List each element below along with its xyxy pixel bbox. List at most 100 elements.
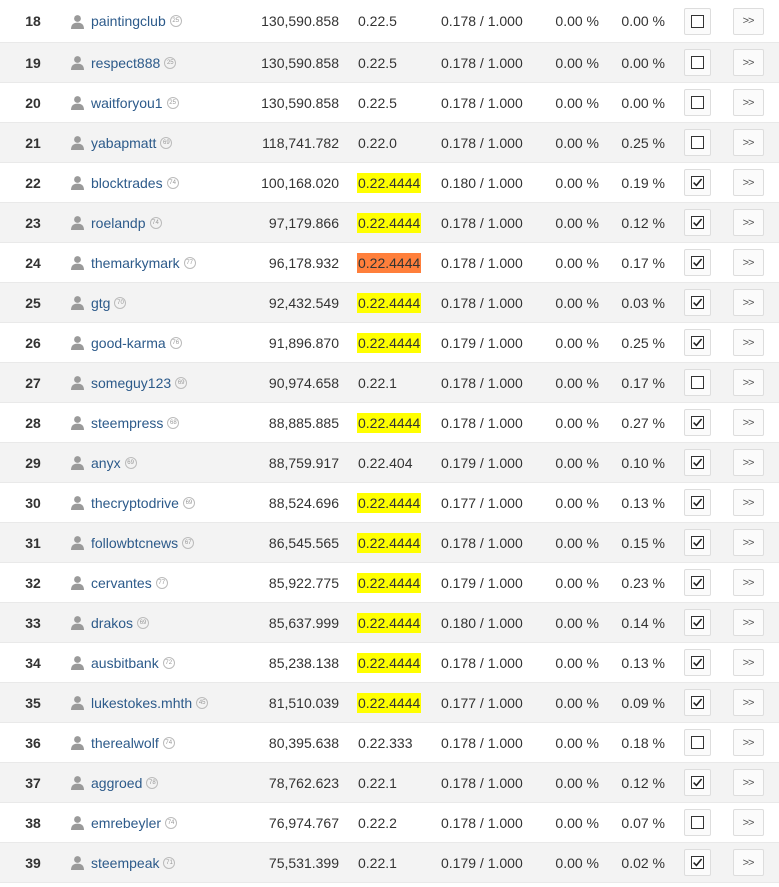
vote-checkbox[interactable]: [684, 529, 711, 556]
user-icon: [70, 135, 85, 150]
witness-name-link[interactable]: thecryptodrive: [91, 495, 179, 511]
table-row: 22 blocktrades 74 100,168.020 0.22.4444 …: [0, 163, 779, 203]
more-button[interactable]: >>: [732, 209, 764, 236]
witness-name-link[interactable]: therealwolf: [91, 735, 159, 751]
witness-name-link[interactable]: aggroed: [91, 775, 142, 791]
vote-checkbox[interactable]: [684, 809, 711, 836]
price-feed-cell: 0.178 / 1.000: [441, 734, 523, 751]
price-feed-cell: 0.178 / 1.000: [441, 814, 523, 831]
vote-checkbox[interactable]: [684, 649, 711, 676]
more-button[interactable]: >>: [732, 369, 764, 396]
witness-name-link[interactable]: emrebeyler: [91, 815, 161, 831]
vote-checkbox[interactable]: [684, 609, 711, 636]
more-button[interactable]: >>: [732, 329, 764, 356]
vote-checkbox[interactable]: [684, 209, 711, 236]
witness-name-link[interactable]: good-karma: [91, 335, 166, 351]
more-button[interactable]: >>: [732, 489, 764, 516]
more-button[interactable]: >>: [732, 809, 764, 836]
missed-percent-cell: 0.00 %: [555, 774, 599, 791]
more-button[interactable]: >>: [732, 689, 764, 716]
witness-name-link[interactable]: followbtcnews: [91, 535, 178, 551]
checkbox-checked-icon: [691, 536, 704, 549]
witness-name-link[interactable]: ausbitbank: [91, 655, 159, 671]
vote-checkbox[interactable]: [684, 449, 711, 476]
price-feed-cell: 0.179 / 1.000: [441, 854, 523, 871]
vote-checkbox[interactable]: [684, 289, 711, 316]
witness-name-link[interactable]: cervantes: [91, 575, 152, 591]
witness-name-link[interactable]: anyx: [91, 455, 121, 471]
vote-checkbox[interactable]: [684, 569, 711, 596]
witness-name-link[interactable]: roelandp: [91, 215, 146, 231]
reputation-badge: 45: [196, 696, 209, 709]
more-button[interactable]: >>: [732, 849, 764, 876]
more-button[interactable]: >>: [732, 449, 764, 476]
table-row: 21 yabapmatt 69 118,741.782 0.22.0 0.178…: [0, 123, 779, 163]
witness-name-link[interactable]: gtg: [91, 295, 110, 311]
reputation-badge: 67: [182, 536, 195, 549]
version-label: 0.22.1: [358, 774, 397, 791]
witness-name-link[interactable]: lukestokes.mhth: [91, 695, 192, 711]
user-icon: [70, 575, 85, 590]
witness-name-link[interactable]: blocktrades: [91, 175, 163, 191]
witness-name-link[interactable]: yabapmatt: [91, 135, 156, 151]
witness-name-link[interactable]: waitforyou1: [91, 95, 163, 111]
vote-checkbox[interactable]: [684, 849, 711, 876]
more-button[interactable]: >>: [732, 649, 764, 676]
vote-checkbox[interactable]: [684, 49, 711, 76]
witness-name-link[interactable]: paintingclub: [91, 13, 166, 29]
reputation-badge: 69: [124, 456, 137, 469]
vote-checkbox[interactable]: [684, 369, 711, 396]
votes-cell: 90,974.658: [268, 374, 339, 391]
version-label: 0.22.4444: [357, 252, 422, 273]
vote-checkbox[interactable]: [684, 489, 711, 516]
witness-name-link[interactable]: drakos: [91, 615, 133, 631]
vote-checkbox[interactable]: [684, 169, 711, 196]
vote-checkbox[interactable]: [684, 689, 711, 716]
vote-checkbox-cell: [683, 0, 712, 42]
witness-name-link[interactable]: steempeak: [91, 855, 159, 871]
rank-cell: 22: [25, 174, 41, 191]
apr-percent-cell: 0.27 %: [621, 414, 665, 431]
more-cell: >>: [732, 123, 764, 162]
vote-checkbox[interactable]: [684, 729, 711, 756]
more-button[interactable]: >>: [732, 49, 764, 76]
vote-checkbox[interactable]: [684, 89, 711, 116]
witness-name-link[interactable]: respect888: [91, 55, 160, 71]
more-button[interactable]: >>: [732, 169, 764, 196]
more-button[interactable]: >>: [732, 569, 764, 596]
more-button[interactable]: >>: [732, 529, 764, 556]
reputation-badge: 25: [164, 56, 177, 69]
more-cell: >>: [732, 763, 764, 802]
user-cell: emrebeyler 74: [70, 803, 250, 842]
more-button[interactable]: >>: [732, 609, 764, 636]
vote-checkbox[interactable]: [684, 769, 711, 796]
more-button[interactable]: >>: [732, 249, 764, 276]
vote-checkbox[interactable]: [684, 329, 711, 356]
more-button[interactable]: >>: [732, 129, 764, 156]
more-button[interactable]: >>: [732, 7, 764, 35]
user-cell: respect888 25: [70, 43, 250, 82]
price-feed-cell: 0.178 / 1.000: [441, 414, 523, 431]
more-cell: >>: [732, 523, 764, 562]
rank-cell: 39: [25, 854, 41, 871]
version-cell: 0.22.5: [357, 0, 447, 42]
more-button[interactable]: >>: [732, 289, 764, 316]
more-button[interactable]: >>: [732, 89, 764, 116]
vote-checkbox[interactable]: [684, 7, 711, 35]
vote-checkbox[interactable]: [684, 129, 711, 156]
more-button[interactable]: >>: [732, 409, 764, 436]
apr-percent-cell: 0.17 %: [621, 374, 665, 391]
user-cell: cervantes 77: [70, 563, 250, 602]
witness-name-link[interactable]: themarkymark: [91, 255, 180, 271]
version-cell: 0.22.404: [357, 443, 447, 482]
more-button[interactable]: >>: [732, 729, 764, 756]
vote-checkbox[interactable]: [684, 409, 711, 436]
more-button[interactable]: >>: [732, 769, 764, 796]
version-cell: 0.22.333: [357, 723, 447, 762]
reputation-badge: 69: [137, 616, 150, 629]
witness-name-link[interactable]: someguy123: [91, 375, 171, 391]
witness-name-link[interactable]: steempress: [91, 415, 163, 431]
rank-cell: 19: [25, 54, 41, 71]
vote-checkbox[interactable]: [684, 249, 711, 276]
price-feed-cell: 0.178 / 1.000: [441, 294, 523, 311]
